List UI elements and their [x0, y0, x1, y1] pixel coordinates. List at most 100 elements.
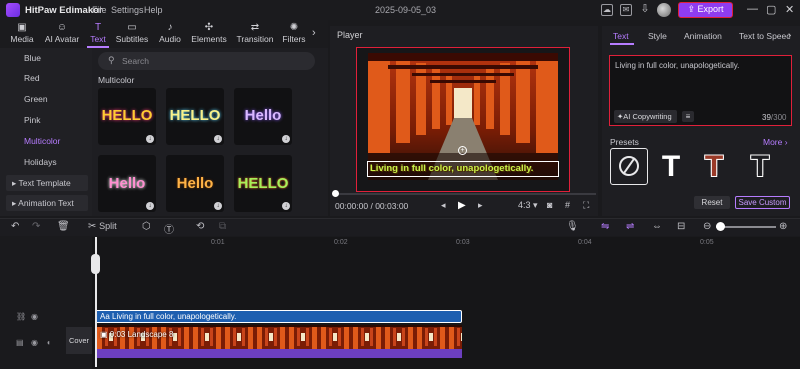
download-icon[interactable]: ↓	[146, 202, 154, 210]
tool-label: Text	[90, 34, 106, 44]
tab-text[interactable]: Text	[613, 31, 629, 41]
text-tool-icon[interactable]: Ⓣ	[164, 221, 174, 236]
zoom-slider[interactable]	[716, 226, 776, 228]
next-frame-icon[interactable]: ▸	[478, 200, 483, 211]
template-preview-text: Hello	[244, 107, 282, 124]
magnet-snap-icon[interactable]: ⇌	[626, 221, 634, 232]
export-button[interactable]: ⇪ Export	[678, 2, 733, 18]
move-handle-icon[interactable]: +	[458, 146, 467, 155]
tab-text-to-speech[interactable]: Text to Speech	[739, 31, 791, 41]
maximize-icon[interactable]: ▢	[766, 3, 776, 16]
download-icon[interactable]: ↓	[282, 202, 290, 210]
eye-icon[interactable]: ◉	[31, 338, 38, 347]
track-link-icon[interactable]: ⇔	[652, 221, 662, 232]
grid-icon[interactable]: #	[565, 200, 570, 210]
previous-frame-icon[interactable]: ◂	[441, 200, 446, 211]
category-blue[interactable]: Blue	[24, 53, 41, 63]
ai-copywriting-button[interactable]: ✦AI Copywriting	[614, 110, 677, 123]
app-window: HitPaw Edimakor File Settings Help 2025-…	[0, 0, 800, 369]
template-preview-text: HELLO	[101, 107, 153, 124]
download-icon[interactable]: ↓	[214, 202, 222, 210]
tool-subtitles[interactable]: ▭ Subtitles	[112, 22, 152, 44]
tool-elements[interactable]: ✣ Elements	[189, 22, 229, 44]
group-text-template[interactable]: ▸ Text Template	[6, 175, 88, 191]
subtitles-icon: ▭	[127, 22, 137, 33]
play-icon[interactable]: ▶	[458, 200, 466, 211]
message-icon[interactable]: ✉	[620, 4, 632, 16]
playback-progress[interactable]	[334, 193, 596, 195]
redo-icon[interactable]: ↷	[32, 221, 40, 232]
format-icon[interactable]: ≡	[682, 111, 694, 122]
playhead-handle[interactable]	[91, 254, 100, 274]
menu-settings[interactable]: Settings	[111, 5, 144, 15]
filters-icon: ✺	[289, 22, 299, 33]
download-icon[interactable]: ↓	[146, 135, 154, 143]
mask-icon[interactable]: ⬡	[142, 221, 151, 232]
tool-audio[interactable]: ♪ Audio	[150, 22, 190, 44]
zoom-in-icon[interactable]: ⊕	[779, 221, 787, 232]
category-red[interactable]: Red	[24, 73, 40, 83]
more-presets-link[interactable]: More ›	[763, 137, 788, 147]
crop-icon[interactable]: ⧉	[219, 221, 226, 232]
close-icon[interactable]: ✕	[785, 3, 794, 16]
lock-icon[interactable]: ▤	[16, 338, 24, 347]
category-green[interactable]: Green	[24, 94, 48, 104]
export-label: Export	[697, 4, 724, 14]
download-icon[interactable]: ⇩	[639, 4, 651, 16]
minimize-icon[interactable]: —	[747, 3, 758, 15]
split-button[interactable]: ✂ Split	[88, 221, 117, 232]
tab-animation[interactable]: Animation	[684, 31, 722, 41]
preset-red-outline[interactable]: T	[695, 148, 733, 185]
undo-icon[interactable]: ↶	[11, 221, 19, 232]
download-icon[interactable]: ↓	[282, 135, 290, 143]
speed-icon[interactable]: ⟲	[196, 221, 204, 232]
snapshot-icon[interactable]: ◙	[547, 200, 552, 210]
video-clip-label: ▣ 0:03 Landscape 8	[100, 330, 173, 339]
group-animation-text[interactable]: ▸ Animation Text	[6, 195, 88, 211]
group-label: Animation Text	[18, 198, 74, 208]
fullscreen-icon[interactable]: ⛶	[583, 200, 589, 211]
delete-icon[interactable]: 🗑	[57, 221, 70, 232]
avatar[interactable]	[657, 3, 671, 17]
reset-button[interactable]: Reset	[694, 196, 730, 209]
eye-icon[interactable]: ◉	[31, 312, 38, 321]
audio-waveform[interactable]	[95, 349, 462, 358]
scissors-icon: ✂	[88, 221, 100, 232]
menu-help[interactable]: Help	[144, 5, 163, 15]
microphone-icon[interactable]: 🎙	[566, 221, 579, 232]
save-custom-button[interactable]: Save Custom	[735, 196, 790, 209]
char-count-max: /300	[770, 113, 787, 122]
more-label: More	[763, 137, 783, 147]
tool-filters[interactable]: ✺ Filters	[274, 22, 314, 44]
preset-none[interactable]	[610, 148, 648, 185]
progress-handle[interactable]	[332, 190, 339, 197]
zoom-out-icon[interactable]: ⊖	[703, 221, 711, 232]
caption-text-value[interactable]: Living in full color, unapologetically.	[615, 61, 739, 70]
zoom-slider-handle[interactable]	[716, 222, 725, 231]
chevron-right-icon[interactable]: ›	[788, 30, 791, 41]
cover-button[interactable]: Cover	[66, 327, 92, 354]
download-icon[interactable]: ↓	[214, 135, 222, 143]
preset-plain-white[interactable]: T	[652, 148, 690, 185]
tool-media[interactable]: ▣ Media	[2, 22, 42, 44]
tool-ai-avatar[interactable]: ☺ AI Avatar	[42, 22, 82, 44]
preset-hollow[interactable]: T	[741, 148, 779, 185]
aspect-value: 4:3	[518, 200, 531, 210]
caption-text[interactable]: Living in full color, unapologetically.	[370, 163, 558, 174]
tool-label: Subtitles	[115, 34, 149, 44]
link-clip-icon[interactable]: ⇋	[601, 221, 609, 232]
tool-transition[interactable]: ⇄ Transition	[233, 22, 277, 44]
elements-icon: ✣	[204, 22, 214, 33]
template-preview-text: HELLO	[169, 107, 221, 124]
category-multicolor[interactable]: Multicolor	[24, 136, 60, 146]
group-label: Text Template	[18, 178, 71, 188]
aspect-ratio-select[interactable]: 4:3 ▾	[518, 200, 538, 211]
chevron-right-icon[interactable]: ›	[312, 27, 316, 39]
category-holidays[interactable]: Holidays	[24, 157, 57, 167]
tab-style[interactable]: Style	[648, 31, 667, 41]
cloud-icon[interactable]: ☁	[601, 4, 613, 16]
fit-timeline-icon[interactable]: ⊟	[677, 221, 685, 232]
menu-file[interactable]: File	[92, 5, 107, 15]
speaker-icon[interactable]: ◖	[46, 338, 51, 347]
category-pink[interactable]: Pink	[24, 115, 41, 125]
